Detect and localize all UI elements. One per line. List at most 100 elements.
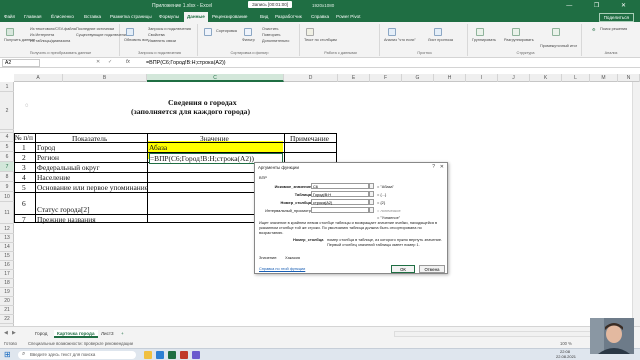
what-if-icon[interactable] bbox=[388, 28, 396, 36]
tab-elisenko[interactable]: Ёлисеенко bbox=[51, 14, 74, 19]
row-header[interactable]: 11 bbox=[0, 202, 14, 224]
share-button[interactable]: Поделиться bbox=[598, 13, 634, 22]
row-header[interactable]: 14 bbox=[0, 243, 14, 252]
solver-button[interactable]: Поиск решения bbox=[600, 27, 627, 31]
tab-file[interactable]: Файл bbox=[4, 14, 15, 19]
from-table-button[interactable]: Из таблицы/диапазона bbox=[30, 39, 70, 43]
tab-power-pivot[interactable]: Power Pivot bbox=[336, 14, 361, 19]
row-header[interactable]: 5 bbox=[0, 142, 14, 152]
formula-input[interactable]: =ВПР(C6;Город!B:H;строка(A2)) bbox=[146, 59, 226, 67]
windows-start-icon[interactable]: ⊞ bbox=[4, 350, 11, 359]
solver-icon[interactable]: ⚙ bbox=[592, 27, 595, 32]
tab-data[interactable]: Данные bbox=[184, 12, 208, 22]
range-select-icon[interactable] bbox=[369, 183, 374, 189]
tab-help[interactable]: Справка bbox=[311, 14, 329, 19]
range-select-icon[interactable] bbox=[369, 191, 374, 197]
column-header-k[interactable]: K bbox=[530, 74, 562, 82]
recorder-icon[interactable] bbox=[180, 351, 188, 359]
range-select-icon[interactable] bbox=[369, 199, 374, 205]
value-city[interactable]: Абаза bbox=[149, 143, 167, 152]
queries-connections-button[interactable]: Запросы и подключения bbox=[148, 27, 191, 31]
row-header[interactable]: 12 bbox=[0, 224, 14, 234]
sort-button[interactable]: Сортировка bbox=[216, 29, 237, 33]
help-icon[interactable]: ? bbox=[432, 164, 435, 170]
what-if-button[interactable]: Анализ "что если" bbox=[384, 38, 416, 42]
row-header[interactable]: 8 bbox=[0, 172, 14, 182]
cancel-button[interactable]: Отмена bbox=[419, 265, 445, 273]
group-icon[interactable] bbox=[476, 28, 484, 36]
accessibility-status[interactable]: Специальные возможности: проверьте реком… bbox=[28, 341, 133, 346]
row-header[interactable]: 1 bbox=[0, 82, 14, 92]
filter-button[interactable]: Фильтр bbox=[242, 38, 255, 42]
column-header-d[interactable]: D bbox=[284, 74, 338, 82]
add-sheet-button[interactable]: + bbox=[118, 330, 127, 338]
formula-cancel-icon[interactable]: ✕ bbox=[96, 59, 100, 65]
row-header[interactable]: 18 bbox=[0, 279, 14, 288]
from-csv-button[interactable]: Из текстового/CSV-файла bbox=[30, 27, 76, 31]
refresh-all-button[interactable]: Обновить все bbox=[124, 38, 148, 42]
edit-links-button[interactable]: Изменить связи bbox=[148, 39, 176, 43]
from-web-button[interactable]: Из Интернета bbox=[30, 33, 54, 37]
column-header-f[interactable]: F bbox=[370, 74, 402, 82]
filter-icon[interactable] bbox=[244, 28, 252, 36]
sort-icon[interactable] bbox=[204, 28, 212, 36]
ok-button[interactable]: ОК bbox=[391, 265, 415, 273]
tab-view[interactable]: Вид bbox=[260, 14, 268, 19]
range-select-icon[interactable] bbox=[369, 207, 374, 213]
column-header-l[interactable]: L bbox=[562, 74, 590, 82]
recent-sources-button[interactable]: Последние источники bbox=[76, 27, 114, 31]
tab-developer[interactable]: Разработчик bbox=[275, 14, 302, 19]
prev-sheet-icon[interactable]: ◀ bbox=[4, 330, 8, 336]
text-to-columns-button[interactable]: Текст по столбцам bbox=[304, 38, 337, 42]
row-header[interactable]: 13 bbox=[0, 234, 14, 243]
app-icon[interactable] bbox=[192, 351, 200, 359]
file-explorer-icon[interactable] bbox=[144, 351, 152, 359]
column-header-n[interactable]: N bbox=[618, 74, 640, 82]
tab-insert[interactable]: Вставка bbox=[84, 14, 101, 19]
row-header[interactable]: 4 bbox=[0, 133, 14, 142]
forecast-sheet-icon[interactable] bbox=[434, 28, 442, 36]
reapply-button[interactable]: Повторить bbox=[262, 33, 281, 37]
lookup-value-input[interactable]: C6 bbox=[311, 183, 369, 189]
row-header[interactable]: 2 bbox=[0, 92, 14, 130]
forecast-sheet-button[interactable]: Лист прогноза bbox=[428, 38, 453, 42]
sheet-tab-city-card[interactable]: Карточка города bbox=[54, 330, 98, 338]
column-header-e[interactable]: E bbox=[338, 74, 370, 82]
row-header[interactable]: 9 bbox=[0, 182, 14, 192]
table-array-input[interactable]: Город!B:H bbox=[311, 191, 369, 197]
close-icon[interactable]: ✕ bbox=[440, 164, 444, 170]
row-header[interactable]: 19 bbox=[0, 288, 14, 297]
formula-enter-icon[interactable]: ✓ bbox=[108, 59, 112, 65]
tab-review[interactable]: Рецензирование bbox=[212, 14, 247, 19]
column-header-a[interactable]: A bbox=[14, 74, 63, 82]
browser-icon[interactable] bbox=[156, 351, 164, 359]
properties-button[interactable]: Свойства bbox=[148, 33, 165, 37]
get-data-icon[interactable] bbox=[6, 28, 14, 36]
next-sheet-icon[interactable]: ▶ bbox=[12, 330, 16, 336]
tab-formulas[interactable]: Формулы bbox=[159, 14, 179, 19]
range-lookup-input[interactable] bbox=[311, 207, 369, 213]
clear-button[interactable]: Очистить bbox=[262, 27, 279, 31]
vertical-scrollbar[interactable] bbox=[632, 82, 640, 326]
col-index-input[interactable]: строка(A2) bbox=[311, 199, 369, 205]
subtotal-icon[interactable] bbox=[552, 28, 560, 36]
existing-connections-button[interactable]: Существующие подключения bbox=[76, 33, 128, 37]
excel-icon[interactable] bbox=[168, 351, 176, 359]
help-link[interactable]: Справка по этой функции bbox=[259, 266, 305, 271]
column-header-i[interactable]: I bbox=[466, 74, 498, 82]
subtotal-button[interactable]: Промежуточный итог bbox=[540, 44, 577, 48]
row-header[interactable]: 21 bbox=[0, 306, 14, 315]
fx-icon[interactable]: fx bbox=[126, 59, 130, 65]
row-header[interactable]: 22 bbox=[0, 315, 14, 324]
row-header[interactable]: 15 bbox=[0, 252, 14, 261]
ungroup-button[interactable]: Разгруппировать bbox=[504, 38, 534, 42]
tab-home[interactable]: Главная bbox=[24, 14, 41, 19]
row-header[interactable]: 10 bbox=[0, 192, 14, 202]
sheet-tab-city[interactable]: Город bbox=[32, 330, 50, 338]
refresh-all-icon[interactable] bbox=[126, 28, 134, 36]
column-header-j[interactable]: J bbox=[498, 74, 530, 82]
column-header-g[interactable]: G bbox=[402, 74, 434, 82]
zoom-level[interactable]: 100 % bbox=[560, 341, 572, 346]
ungroup-icon[interactable] bbox=[512, 28, 520, 36]
column-header-c[interactable]: C bbox=[147, 74, 284, 82]
